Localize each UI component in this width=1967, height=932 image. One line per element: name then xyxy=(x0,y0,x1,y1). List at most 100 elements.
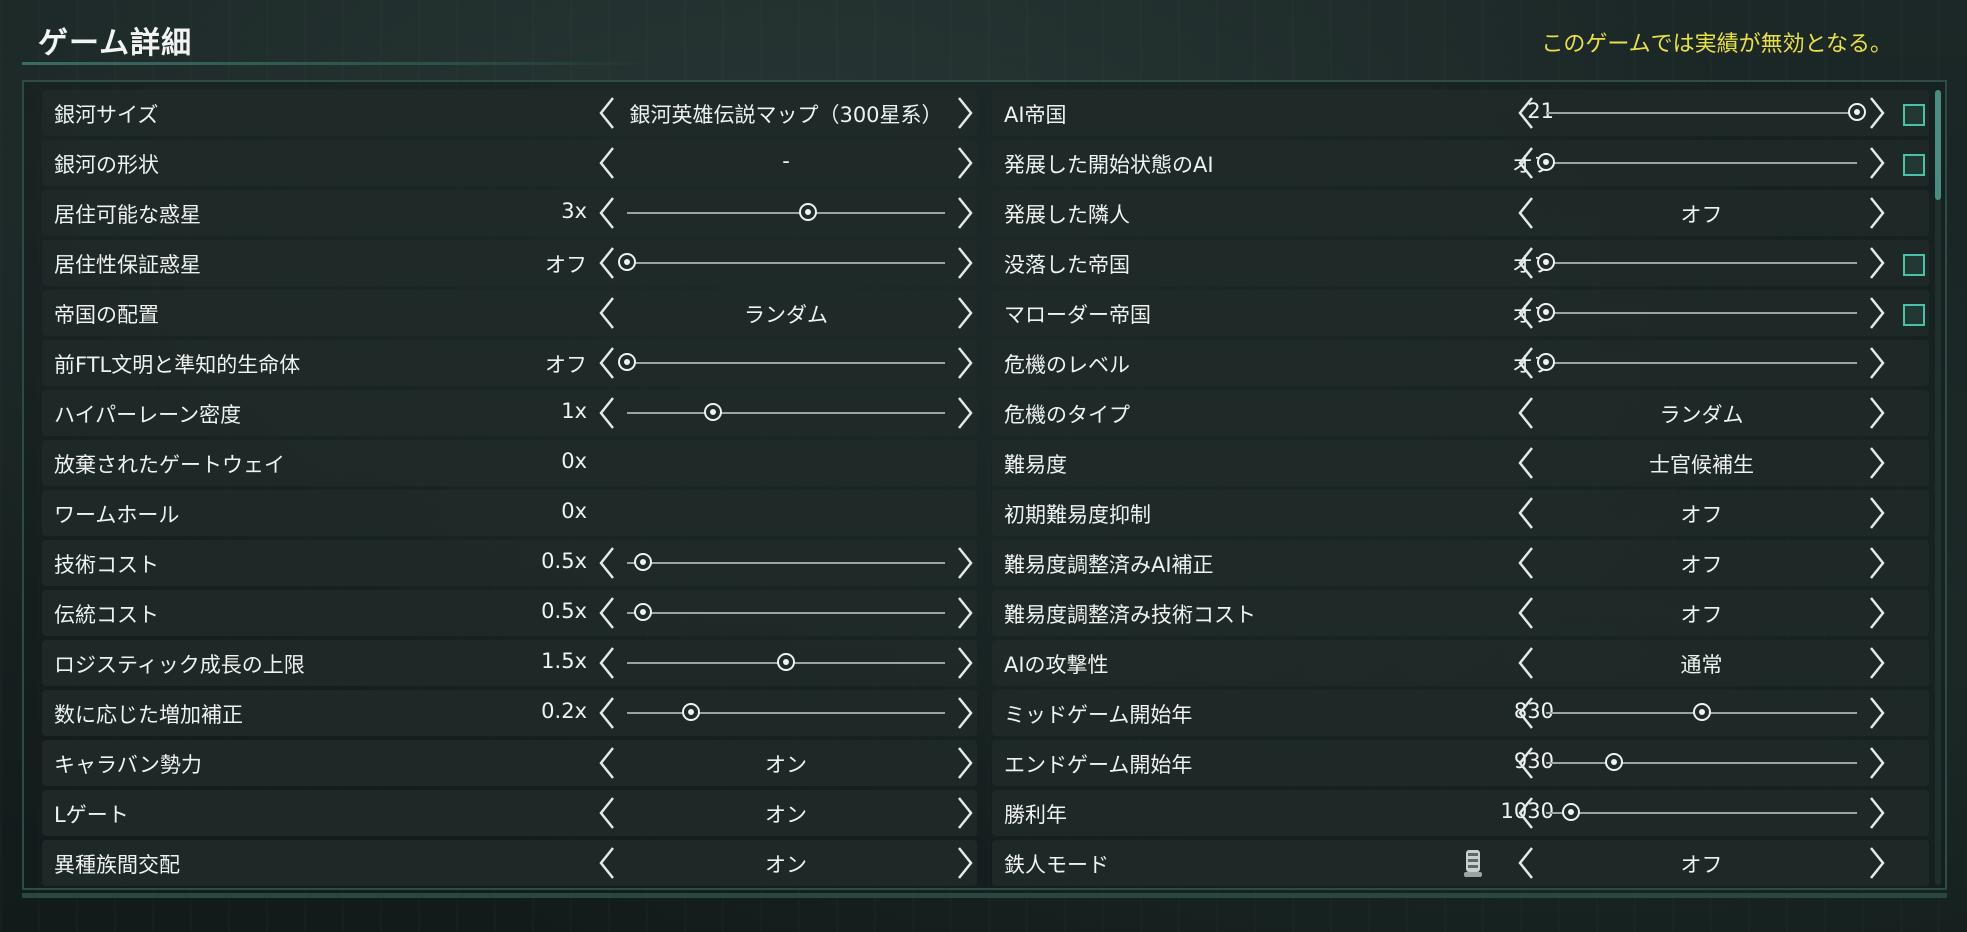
chevron-left-icon[interactable] xyxy=(595,393,619,433)
setting-slider[interactable] xyxy=(595,343,977,383)
slider-track[interactable] xyxy=(627,403,945,421)
slider-track[interactable] xyxy=(627,203,945,221)
slider-track[interactable] xyxy=(1546,803,1857,821)
setting-slider[interactable] xyxy=(1514,293,1925,333)
chevron-left-icon[interactable] xyxy=(1514,793,1538,833)
chevron-right-icon[interactable] xyxy=(1865,793,1889,833)
chevron-right-icon[interactable] xyxy=(1865,693,1889,733)
chevron-right-icon[interactable] xyxy=(953,693,977,733)
chevron-left-icon[interactable] xyxy=(1514,143,1538,183)
slider-handle[interactable] xyxy=(618,253,636,271)
slider-handle[interactable] xyxy=(1561,803,1580,821)
chevron-left-icon[interactable] xyxy=(595,343,619,383)
setting-slider[interactable] xyxy=(1514,343,1889,383)
slider-handle[interactable] xyxy=(1537,353,1555,371)
slider-track[interactable] xyxy=(618,253,945,271)
chevron-right-icon[interactable] xyxy=(953,243,977,283)
chevron-left-icon[interactable] xyxy=(595,843,619,883)
slider-track[interactable] xyxy=(1537,253,1857,271)
chevron-left-icon[interactable] xyxy=(595,93,619,133)
chevron-right-icon[interactable] xyxy=(953,343,977,383)
slider-track[interactable] xyxy=(1537,153,1857,171)
chevron-right-icon[interactable] xyxy=(953,743,977,783)
scrollbar-track[interactable] xyxy=(1935,90,1941,885)
chevron-left-icon[interactable] xyxy=(1514,493,1538,533)
slider-handle[interactable] xyxy=(703,403,722,421)
chevron-left-icon[interactable] xyxy=(595,643,619,683)
slider-handle[interactable] xyxy=(799,203,818,221)
chevron-right-icon[interactable] xyxy=(1865,343,1889,383)
slider-track[interactable] xyxy=(627,703,945,721)
slider-handle[interactable] xyxy=(1848,103,1866,121)
chevron-right-icon[interactable] xyxy=(953,93,977,133)
chevron-right-icon[interactable] xyxy=(1865,393,1889,433)
setting-selector[interactable]: ランダム xyxy=(1514,393,1889,433)
setting-selector[interactable]: オフ xyxy=(1514,593,1889,633)
slider-track[interactable] xyxy=(1546,753,1857,771)
slider-handle[interactable] xyxy=(633,603,652,621)
chevron-left-icon[interactable] xyxy=(1514,93,1538,133)
chevron-right-icon[interactable] xyxy=(1865,543,1889,583)
chevron-left-icon[interactable] xyxy=(1514,643,1538,683)
setting-slider[interactable] xyxy=(1514,243,1925,283)
chevron-right-icon[interactable] xyxy=(953,593,977,633)
chevron-left-icon[interactable] xyxy=(1514,393,1538,433)
slider-handle[interactable] xyxy=(1537,253,1555,271)
chevron-left-icon[interactable] xyxy=(595,293,619,333)
slider-track[interactable] xyxy=(1537,353,1857,371)
chevron-left-icon[interactable] xyxy=(595,243,619,283)
toggle-checkbox[interactable] xyxy=(1903,254,1925,276)
chevron-right-icon[interactable] xyxy=(1865,243,1889,283)
chevron-right-icon[interactable] xyxy=(1865,193,1889,233)
chevron-right-icon[interactable] xyxy=(953,293,977,333)
setting-selector[interactable]: オン xyxy=(595,743,977,783)
slider-handle[interactable] xyxy=(633,553,652,571)
scrollbar-thumb[interactable] xyxy=(1935,90,1941,200)
chevron-right-icon[interactable] xyxy=(953,793,977,833)
toggle-checkbox[interactable] xyxy=(1903,304,1925,326)
setting-slider[interactable] xyxy=(595,193,977,233)
setting-selector[interactable]: ランダム xyxy=(595,293,977,333)
setting-slider[interactable] xyxy=(595,393,977,433)
chevron-left-icon[interactable] xyxy=(595,743,619,783)
toggle-checkbox[interactable] xyxy=(1903,154,1925,176)
setting-selector[interactable]: オフ xyxy=(1514,543,1889,583)
slider-track[interactable] xyxy=(618,353,945,371)
chevron-left-icon[interactable] xyxy=(595,543,619,583)
slider-handle[interactable] xyxy=(777,653,795,671)
slider-handle[interactable] xyxy=(681,703,700,721)
setting-selector[interactable]: 通常 xyxy=(1514,643,1889,683)
chevron-right-icon[interactable] xyxy=(1865,593,1889,633)
slider-track[interactable] xyxy=(627,603,945,621)
chevron-right-icon[interactable] xyxy=(1865,293,1889,333)
setting-slider[interactable] xyxy=(595,643,977,683)
slider-track[interactable] xyxy=(1546,703,1857,721)
setting-selector[interactable]: 銀河英雄伝説マップ（300星系） xyxy=(595,93,977,133)
chevron-left-icon[interactable] xyxy=(1514,243,1538,283)
setting-slider[interactable] xyxy=(1514,143,1925,183)
chevron-left-icon[interactable] xyxy=(1514,743,1538,783)
chevron-left-icon[interactable] xyxy=(1514,593,1538,633)
chevron-right-icon[interactable] xyxy=(1865,443,1889,483)
chevron-right-icon[interactable] xyxy=(953,843,977,883)
chevron-left-icon[interactable] xyxy=(1514,693,1538,733)
slider-handle[interactable] xyxy=(1537,303,1555,321)
setting-selector[interactable]: オン xyxy=(595,793,977,833)
setting-selector[interactable]: オフ xyxy=(1514,493,1889,533)
setting-slider[interactable] xyxy=(595,543,977,583)
chevron-left-icon[interactable] xyxy=(595,193,619,233)
setting-selector[interactable]: オン xyxy=(595,843,977,883)
chevron-left-icon[interactable] xyxy=(1514,193,1538,233)
setting-slider[interactable] xyxy=(595,593,977,633)
chevron-right-icon[interactable] xyxy=(1865,643,1889,683)
setting-selector[interactable]: - xyxy=(595,143,977,183)
setting-selector[interactable]: オフ xyxy=(1514,843,1889,883)
chevron-right-icon[interactable] xyxy=(1865,93,1889,133)
chevron-left-icon[interactable] xyxy=(595,593,619,633)
chevron-left-icon[interactable] xyxy=(1514,543,1538,583)
toggle-checkbox[interactable] xyxy=(1903,104,1925,126)
chevron-right-icon[interactable] xyxy=(1865,743,1889,783)
slider-track[interactable] xyxy=(1537,303,1857,321)
setting-slider[interactable] xyxy=(595,243,977,283)
setting-slider[interactable] xyxy=(1514,93,1925,133)
